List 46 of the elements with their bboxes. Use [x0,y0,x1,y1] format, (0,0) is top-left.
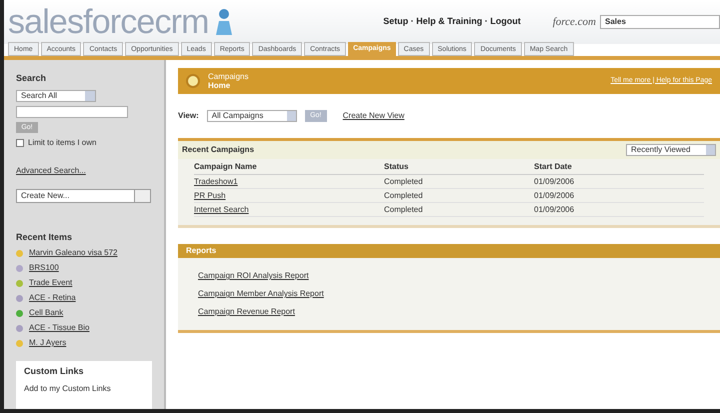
view-dropdown[interactable]: All Campaigns [206,110,297,122]
table-cell-text: Completed [384,190,424,202]
recent-item[interactable]: ACE - Tissue Bio [29,322,90,334]
checkbox-label: Limit to items I own [28,136,96,148]
recent-item[interactable]: Trade Event [29,277,72,289]
force-logo: force.com [552,14,596,30]
create-new-dropdown[interactable]: Create New... [16,188,151,202]
report-link[interactable]: Campaign ROI Analysis Report [198,270,309,282]
user-links[interactable]: Setup · Help & Training · Logout [383,15,521,29]
section-title: Recent Items [16,230,74,244]
report-link[interactable]: Campaign Revenue Report [198,306,295,318]
panel-title: Recent Campaigns [182,144,254,156]
link[interactable]: Create New View [342,110,404,122]
search-field[interactable]: Sales [600,15,720,29]
recent-item[interactable]: Marvin Galeano visa 572 [29,247,118,259]
table-cell-text: Completed [384,204,424,216]
table-cell-text: Completed [384,176,424,188]
column-header: Campaign Name [194,160,258,172]
panel-title: Reports [186,245,216,257]
recent-item[interactable]: BRS100 [29,262,59,274]
dropdown-value: Recently Viewed [631,144,690,156]
campaign-link[interactable]: Internet Search [194,204,384,216]
campaign-link[interactable]: Tradeshow1 [194,176,384,188]
column-header: Status [384,160,410,172]
view-label: View: [178,110,199,122]
section-title: Search [16,72,48,85]
column-header: Start Date [534,160,573,172]
table-cell-text: 01/09/2006 [534,190,576,202]
page-subtitle: Home [208,81,232,90]
link[interactable]: Advanced Search... [16,164,152,176]
recent-item[interactable]: ACE - Retina [29,292,76,304]
custom-link[interactable]: Add to my Custom Links [24,382,144,394]
logo-wordmark: salesforcecrm [8,5,209,39]
page-title: Campaigns [208,72,248,81]
scope-dropdown[interactable]: Search All [16,90,96,102]
table-cell-text: 01/09/2006 [534,204,576,216]
recent-item[interactable]: M. J Ayers [29,337,66,349]
filter-dropdown[interactable]: Recently Viewed [626,144,716,156]
table-cell-text: 01/09/2006 [534,176,576,188]
report-link[interactable]: Campaign Member Analysis Report [198,288,324,300]
dropdown-value: Create New... [21,190,70,202]
section-title: Custom Links [24,365,85,378]
campaign-link[interactable]: PR Push [194,190,384,202]
dropdown-value: All Campaigns [212,110,264,122]
dropdown-value: Search All [21,90,58,102]
recent-item[interactable]: Cell Bank [29,307,64,319]
